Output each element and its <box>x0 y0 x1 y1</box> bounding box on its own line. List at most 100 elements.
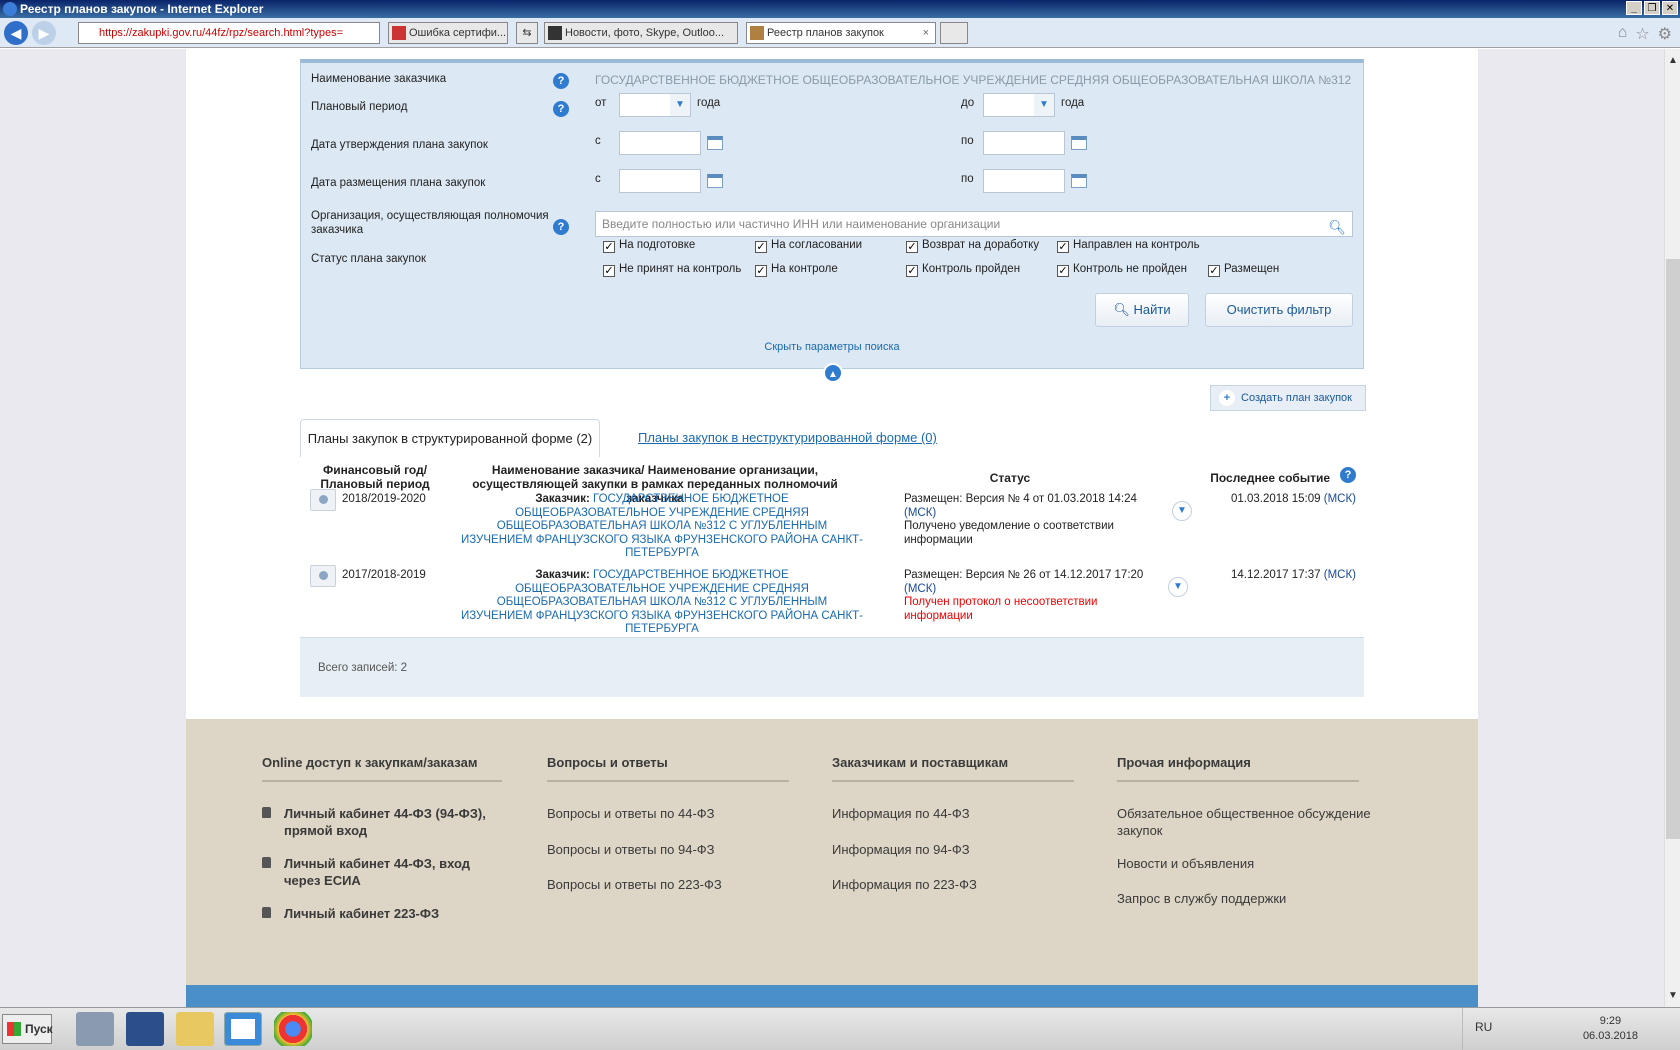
calendar-icon[interactable] <box>1071 174 1087 188</box>
clock[interactable]: 9:29 06.03.2018 <box>1583 1014 1638 1044</box>
timezone: (МСК) <box>1323 569 1356 581</box>
tab-news[interactable]: Новости, фото, Skype, Outloo... <box>544 22 738 44</box>
status-note: Получено уведомление о соответствии инфо… <box>904 520 1114 546</box>
compat-icon[interactable]: ⇆ <box>516 22 538 44</box>
checkbox-label: На контроле <box>771 263 838 275</box>
help-icon[interactable]: ? <box>553 101 569 117</box>
checkbox-icon[interactable]: ✓ <box>603 241 615 253</box>
checkbox-status[interactable]: ✓ Направлен на контроль <box>1057 239 1200 253</box>
checkbox-icon[interactable]: ✓ <box>906 265 918 277</box>
tab-unstructured[interactable]: Планы закупок в неструктурированной форм… <box>638 419 937 457</box>
back-icon[interactable]: ◀ <box>4 21 28 45</box>
checkbox-status[interactable]: ✓ Контроль не пройден <box>1057 263 1187 277</box>
checkbox-status[interactable]: ✓ Возврат на доработку <box>906 239 1039 253</box>
checkbox-status[interactable]: ✓ На подготовке <box>603 239 695 253</box>
year-to-select[interactable]: ▼ <box>983 93 1055 117</box>
footer-link[interactable]: Информация по 44-ФЗ <box>832 805 1102 822</box>
msn-icon <box>548 26 562 40</box>
customer-link[interactable]: ГОСУДАРСТВЕННОЕ БЮДЖЕТНОЕ ОБЩЕОБРАЗОВАТЕ… <box>461 569 863 635</box>
minimize-icon[interactable]: _ <box>1626 1 1642 15</box>
help-icon[interactable]: ? <box>1340 467 1356 483</box>
footer-link[interactable]: Запрос в службу поддержки <box>1117 890 1387 907</box>
footer-link[interactable]: Вопросы и ответы по 223-ФЗ <box>547 876 817 893</box>
calendar-icon[interactable] <box>707 136 723 150</box>
hide-search-link[interactable]: Скрыть параметры поиска <box>301 341 1363 353</box>
chevron-down-icon[interactable]: ▼ <box>1168 577 1188 597</box>
footer-link[interactable]: Информация по 223-ФЗ <box>832 876 1102 893</box>
chevron-down-icon[interactable]: ▼ <box>1172 501 1192 521</box>
tab-active[interactable]: Реестр планов закупок × <box>746 22 936 44</box>
checkbox-status[interactable]: ✓ На контроле <box>755 263 838 277</box>
close-tab-icon[interactable]: × <box>923 23 929 43</box>
search-icon[interactable]: 🔍︎ <box>1328 215 1346 239</box>
new-tab-button[interactable] <box>940 22 968 44</box>
ie-icon[interactable] <box>224 1012 262 1046</box>
checkbox-status[interactable]: ✓ На согласовании <box>755 239 862 253</box>
header-status: Статус <box>989 471 1031 485</box>
checkbox-status[interactable]: ✓ Контроль пройден <box>906 263 1020 277</box>
checkbox-icon[interactable]: ✓ <box>603 265 615 277</box>
powershell-icon[interactable] <box>126 1012 164 1046</box>
footer-link[interactable]: Новости и объявления <box>1117 855 1387 872</box>
approval-date-label: Дата утверждения плана закупок <box>311 139 488 151</box>
approval-date-from[interactable] <box>619 131 701 155</box>
chevron-down-icon: ▼ <box>670 94 690 116</box>
footer-link[interactable]: Обязательное общественное обсуждение зак… <box>1117 805 1387 839</box>
restore-icon[interactable]: ❐ <box>1644 1 1660 15</box>
customer-field[interactable]: ГОСУДАРСТВЕННОЕ БЮДЖЕТНОЕ ОБЩЕОБРАЗОВАТЕ… <box>595 73 1353 87</box>
scroll-up-icon[interactable]: ▲ <box>1665 55 1680 66</box>
plan-card-icon[interactable] <box>310 489 336 511</box>
tab-cert-error[interactable]: Ошибка сертифи... <box>388 22 508 44</box>
close-icon[interactable]: ✕ <box>1662 1 1678 15</box>
vertical-scrollbar[interactable]: ▲ ▼ <box>1664 49 1680 1007</box>
org-placeholder: Введите полностью или частично ИНН или н… <box>602 217 1001 231</box>
placement-date-to[interactable] <box>983 169 1065 193</box>
checkbox-icon[interactable]: ✓ <box>755 265 767 277</box>
language-indicator[interactable]: RU <box>1475 1020 1492 1034</box>
checkbox-icon[interactable]: ✓ <box>755 241 767 253</box>
customer-link[interactable]: ГОСУДАРСТВЕННОЕ БЮДЖЕТНОЕ ОБЩЕОБРАЗОВАТЕ… <box>461 493 863 559</box>
checkbox-icon[interactable]: ✓ <box>1057 265 1069 277</box>
calendar-icon[interactable] <box>707 174 723 188</box>
checkbox-icon[interactable]: ✓ <box>1208 265 1220 277</box>
org-search-input[interactable]: Введите полностью или частично ИНН или н… <box>595 211 1353 237</box>
footer-link[interactable]: Вопросы и ответы по 94-ФЗ <box>547 841 817 858</box>
timezone: (МСК) <box>904 582 937 595</box>
checkbox-status[interactable]: ✓ Размещен <box>1208 263 1279 277</box>
search-filter-panel: Наименование заказчика ? ГОСУДАРСТВЕННОЕ… <box>300 59 1364 383</box>
chevron-up-icon[interactable]: ▲ <box>823 363 843 383</box>
address-bar[interactable]: https://zakupki.gov.ru/44fz/rpz/search.h… <box>78 22 380 44</box>
checkbox-label: Не принят на контроль <box>619 263 742 275</box>
footer-link[interactable]: Вопросы и ответы по 44-ФЗ <box>547 805 817 822</box>
from-label: с <box>595 173 601 185</box>
forward-icon[interactable]: ▶ <box>32 21 56 45</box>
checkbox-status[interactable]: ✓ Не принят на контроль <box>603 263 741 277</box>
settings-icon[interactable]: ⚙ <box>1658 24 1672 44</box>
footer-link[interactable]: Информация по 94-ФЗ <box>832 841 1102 858</box>
scroll-down-icon[interactable]: ▼ <box>1665 990 1680 1001</box>
chrome-icon[interactable] <box>274 1012 312 1046</box>
placement-date-from[interactable] <box>619 169 701 193</box>
taskbar: Пуск RU 9:29 06.03.2018 <box>0 1007 1680 1050</box>
checkbox-icon[interactable]: ✓ <box>906 241 918 253</box>
footer-link[interactable]: Личный кабинет 44-ФЗ, вход через ЕСИА <box>262 855 482 889</box>
footer-link[interactable]: Личный кабинет 223-ФЗ <box>262 905 532 922</box>
tab-structured[interactable]: Планы закупок в структурированной форме … <box>300 419 600 457</box>
plan-card-icon[interactable] <box>310 565 336 587</box>
find-button[interactable]: 🔍︎ Найти <box>1095 293 1189 327</box>
home-icon[interactable]: ⌂ <box>1618 24 1628 44</box>
footer-link[interactable]: Личный кабинет 44-ФЗ (94-ФЗ), прямой вхо… <box>262 805 512 839</box>
clear-filter-button[interactable]: Очистить фильтр <box>1205 293 1353 327</box>
create-plan-button[interactable]: + Создать план закупок <box>1210 385 1366 411</box>
approval-date-to[interactable] <box>983 131 1065 155</box>
explorer-icon[interactable] <box>176 1012 214 1046</box>
start-button[interactable]: Пуск <box>2 1014 53 1044</box>
checkbox-icon[interactable]: ✓ <box>1057 241 1069 253</box>
server-manager-icon[interactable] <box>76 1012 114 1046</box>
help-icon[interactable]: ? <box>553 219 569 235</box>
scroll-thumb[interactable] <box>1666 259 1680 839</box>
favorites-icon[interactable]: ☆ <box>1635 24 1649 44</box>
help-icon[interactable]: ? <box>553 73 569 89</box>
calendar-icon[interactable] <box>1071 136 1087 150</box>
year-from-select[interactable]: ▼ <box>619 93 691 117</box>
